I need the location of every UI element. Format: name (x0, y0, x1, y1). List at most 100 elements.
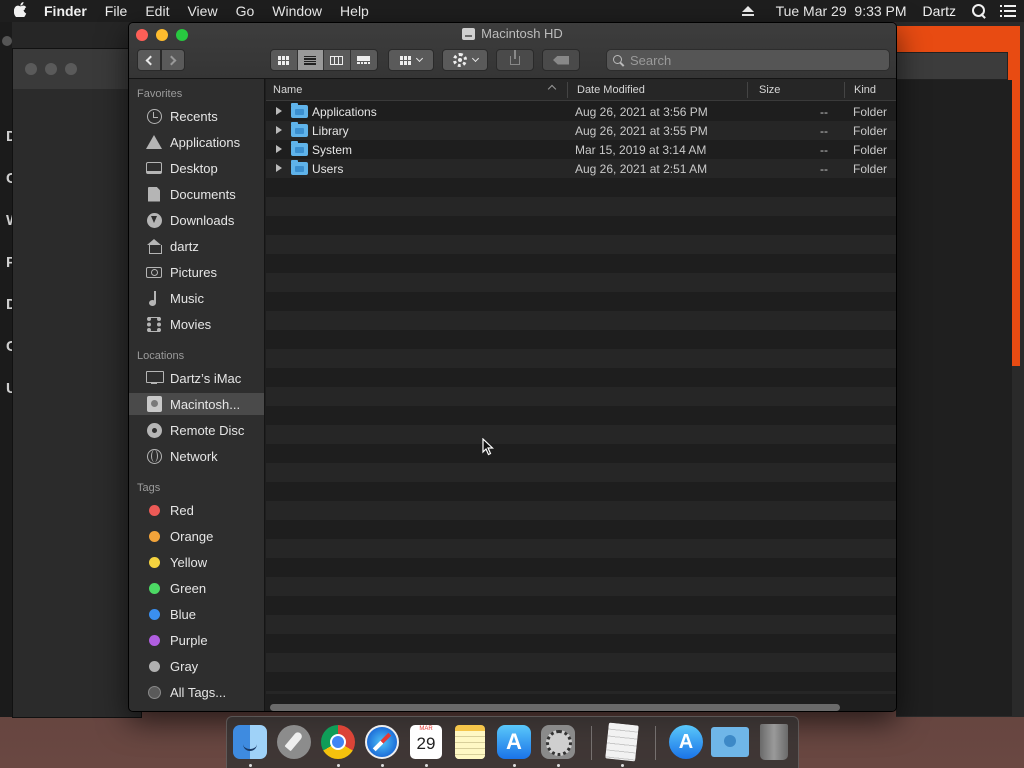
calendar-icon: MAR 29 (410, 725, 442, 759)
sidebar-item-label: Documents (170, 186, 236, 202)
sidebar-item-pictures[interactable]: Pictures (129, 261, 264, 283)
horizontal-scrollbar[interactable] (270, 704, 840, 711)
sidebar-tag-gray[interactable]: Gray (129, 655, 264, 677)
background-window[interactable] (12, 48, 142, 718)
dock: MAR 29 A A (226, 716, 799, 768)
file-size: -- (820, 162, 828, 176)
disclosure-triangle-icon[interactable] (276, 107, 282, 115)
disclosure-triangle-icon[interactable] (276, 164, 282, 172)
column-header-size[interactable]: Size (759, 84, 780, 96)
action-button[interactable] (442, 49, 488, 71)
list-view-button[interactable] (297, 50, 324, 70)
menu-edit[interactable]: Edit (136, 3, 178, 19)
column-divider[interactable] (844, 82, 845, 98)
sidebar-tag-orange[interactable]: Orange (129, 525, 264, 547)
file-name: Applications (312, 105, 377, 119)
column-header-date-modified[interactable]: Date Modified (577, 84, 645, 96)
search-input[interactable] (630, 52, 870, 68)
sidebar-item-remote-disc[interactable]: Remote Disc (129, 419, 264, 441)
column-divider[interactable] (747, 82, 748, 98)
table-row[interactable]: Applications Aug 26, 2021 at 3:56 PM -- … (266, 102, 896, 121)
eject-icon[interactable] (741, 5, 754, 17)
disclosure-triangle-icon[interactable] (276, 145, 282, 153)
running-indicator (337, 764, 340, 767)
sidebar-item-music[interactable]: Music (129, 287, 264, 309)
gallery-view-button[interactable] (351, 50, 377, 70)
group-by-button[interactable] (388, 49, 434, 71)
column-divider[interactable] (567, 82, 568, 98)
dock-item-notes[interactable] (451, 722, 489, 762)
menu-clock[interactable]: Tue Mar 29 9:33 PM (768, 3, 915, 19)
hard-disk-icon (462, 27, 476, 40)
column-header-kind[interactable]: Kind (854, 84, 876, 96)
dock-item-chrome[interactable] (319, 722, 357, 767)
disclosure-triangle-icon[interactable] (276, 126, 282, 134)
dock-item-finder[interactable] (231, 722, 269, 767)
dock-item-safari[interactable] (363, 722, 401, 767)
chevron-left-icon (145, 55, 156, 65)
background-window-right[interactable] (896, 22, 1024, 717)
menu-go[interactable]: Go (227, 3, 264, 19)
dock-item-applications-folder[interactable]: A (667, 722, 705, 762)
tag-color-dot-icon (148, 504, 160, 516)
sidebar-item-label: Desktop (170, 160, 218, 176)
dock-item-system-preferences[interactable] (539, 722, 577, 767)
table-row[interactable]: Users Aug 26, 2021 at 2:51 AM -- Folder (266, 159, 896, 178)
sidebar-item-label: dartz (170, 238, 199, 254)
sidebar-item-macintosh-hd[interactable]: Macintosh... (129, 393, 264, 415)
column-header-name[interactable]: Name (273, 84, 302, 96)
window-control-dot (45, 63, 57, 75)
sidebar-item-all-tags[interactable]: All Tags... (129, 681, 264, 703)
sidebar-tag-green[interactable]: Green (129, 577, 264, 599)
notification-center-icon[interactable] (1000, 5, 1016, 17)
imac-icon (146, 371, 164, 385)
menu-file[interactable]: File (96, 3, 137, 19)
clock-icon (146, 108, 162, 124)
menu-help[interactable]: Help (331, 3, 378, 19)
dock-item-preview[interactable] (603, 722, 641, 767)
back-button[interactable] (137, 49, 161, 71)
sidebar-item-home[interactable]: dartz (129, 235, 264, 257)
dock-item-downloads-folder[interactable] (711, 722, 749, 762)
icon-view-button[interactable] (271, 50, 298, 70)
sidebar-item-imac[interactable]: Dartz’s iMac (129, 367, 264, 389)
menu-app-finder[interactable]: Finder (40, 3, 96, 19)
dock-item-trash[interactable] (755, 722, 793, 762)
dock-item-launchpad[interactable] (275, 722, 313, 762)
sidebar-item-movies[interactable]: Movies (129, 313, 264, 335)
menu-user[interactable]: Dartz (915, 3, 964, 19)
search-icon (613, 54, 624, 66)
safari-icon (365, 725, 399, 759)
menu-window[interactable]: Window (263, 3, 331, 19)
sidebar-item-label: Recents (170, 108, 218, 124)
sidebar-item-desktop[interactable]: Desktop (129, 157, 264, 179)
sidebar-item-label: Red (170, 502, 194, 518)
home-icon (146, 239, 162, 254)
sidebar-item-label: Purple (170, 632, 208, 648)
sidebar-item-recents[interactable]: Recents (129, 105, 264, 127)
sidebar-tag-purple[interactable]: Purple (129, 629, 264, 651)
share-button[interactable] (496, 49, 534, 71)
column-view-button[interactable] (324, 50, 351, 70)
camera-icon (146, 266, 162, 278)
background-window-titlebar (13, 49, 141, 89)
search-field[interactable] (606, 49, 890, 71)
spotlight-icon[interactable] (972, 4, 986, 18)
table-row[interactable]: System Mar 15, 2019 at 3:14 AM -- Folder (266, 140, 896, 159)
sidebar-item-network[interactable]: Network (129, 445, 264, 467)
file-date-modified: Aug 26, 2021 at 3:55 PM (575, 124, 708, 138)
sidebar-item-applications[interactable]: Applications (129, 131, 264, 153)
dock-item-app-store[interactable]: A (495, 722, 533, 767)
sidebar-item-downloads[interactable]: Downloads (129, 209, 264, 231)
folder-icon (291, 103, 308, 118)
dock-item-calendar[interactable]: MAR 29 (407, 722, 445, 767)
menu-view[interactable]: View (178, 3, 226, 19)
sidebar-tag-yellow[interactable]: Yellow (129, 551, 264, 573)
apple-menu-icon[interactable] (0, 1, 40, 21)
edit-tags-button[interactable] (542, 49, 580, 71)
sidebar-item-documents[interactable]: Documents (129, 183, 264, 205)
sidebar-tag-blue[interactable]: Blue (129, 603, 264, 625)
table-row[interactable]: Library Aug 26, 2021 at 3:55 PM -- Folde… (266, 121, 896, 140)
sidebar-tag-red[interactable]: Red (129, 499, 264, 521)
forward-button[interactable] (161, 49, 185, 71)
